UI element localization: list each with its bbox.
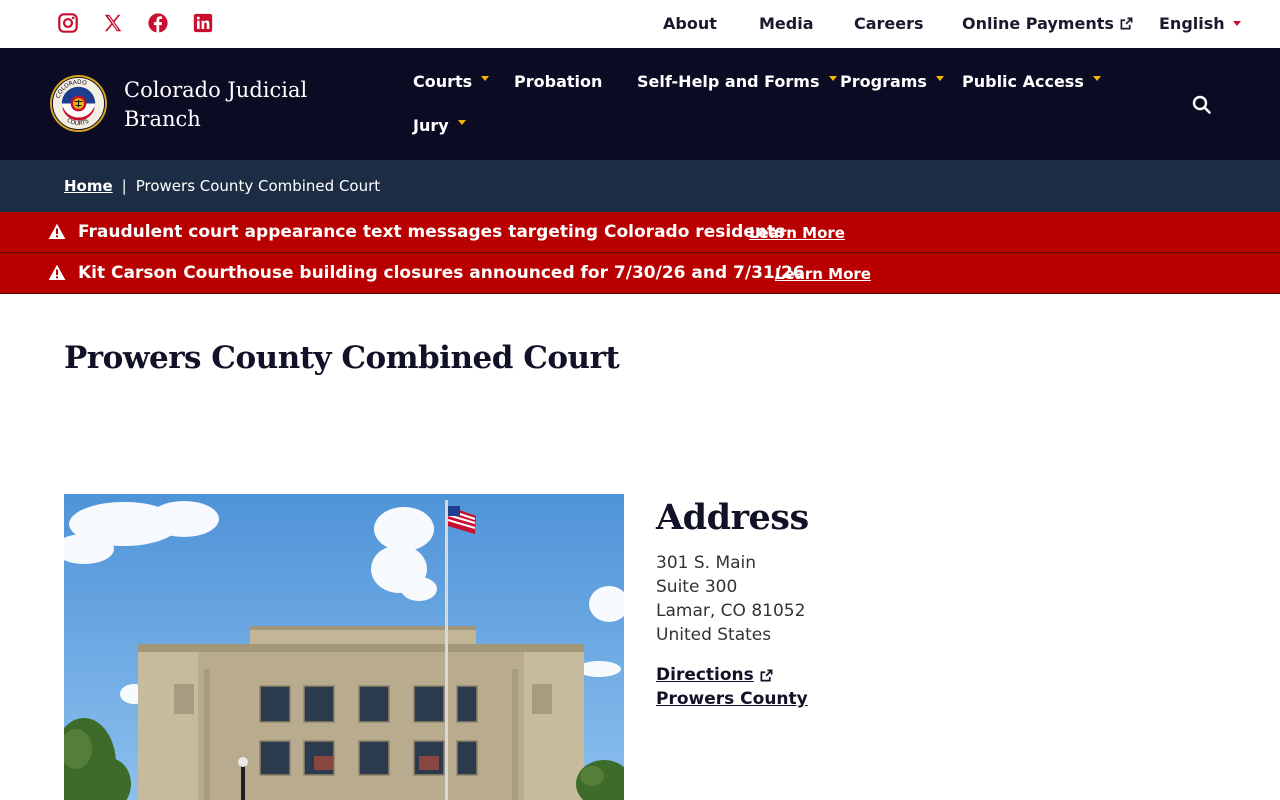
nav-public-access[interactable]: Public Access <box>962 72 1101 91</box>
chevron-down-icon <box>1092 76 1101 81</box>
chevron-down-icon <box>457 120 466 125</box>
nav-programs[interactable]: Programs <box>840 72 944 91</box>
address-line: Suite 300 <box>656 577 738 597</box>
main-header: COLORADO COURTS Colorado Judicial Branch… <box>0 48 1280 160</box>
nav-jury-label: Jury <box>413 116 449 135</box>
alert-banner: Kit Carson Courthouse building closures … <box>0 253 1280 294</box>
language-label: English <box>1159 14 1225 33</box>
alert-learn-more-link[interactable]: Learn More <box>749 224 845 242</box>
nav-self-help-label: Self-Help and Forms <box>637 72 820 91</box>
courthouse-photo <box>64 494 624 800</box>
nav-public-access-label: Public Access <box>962 72 1084 91</box>
language-selector[interactable]: English <box>1159 14 1241 33</box>
x-twitter-icon[interactable] <box>102 12 124 34</box>
breadcrumb-home-link[interactable]: Home <box>64 177 113 195</box>
careers-link[interactable]: Careers <box>854 14 924 33</box>
utility-bar: About Media Careers Online Payments Engl… <box>0 0 1280 48</box>
careers-label: Careers <box>854 14 924 33</box>
breadcrumb-current: Prowers County Combined Court <box>135 177 381 195</box>
breadcrumb-separator: | <box>121 177 127 195</box>
address-line: Lamar, CO 81052 <box>656 601 806 621</box>
external-link-icon <box>760 669 773 681</box>
alert-message: Kit Carson Courthouse building closures … <box>78 263 805 283</box>
about-link[interactable]: About <box>663 14 717 33</box>
nav-self-help-and-forms[interactable]: Self-Help and Forms <box>637 72 837 91</box>
alert-banner: Fraudulent court appearance text message… <box>0 212 1280 253</box>
alert-message: Fraudulent court appearance text message… <box>78 222 786 242</box>
address-line: 301 S. Main <box>656 553 757 573</box>
online-payments-label: Online Payments <box>962 14 1114 33</box>
address-line: United States <box>656 625 772 645</box>
media-link[interactable]: Media <box>759 14 814 33</box>
address-block: 301 S. Main Suite 300 Lamar, CO 81052 Un… <box>656 551 805 647</box>
warning-icon <box>48 223 66 239</box>
page-title: Prowers County Combined Court <box>64 340 620 376</box>
alert-learn-more-link[interactable]: Learn More <box>775 265 871 283</box>
directions-label: Directions <box>656 665 754 685</box>
chevron-down-icon <box>1232 21 1241 26</box>
chevron-down-icon <box>481 76 490 81</box>
nav-programs-label: Programs <box>840 72 927 91</box>
chevron-down-icon <box>935 76 944 81</box>
chevron-down-icon <box>828 76 837 81</box>
breadcrumb-bar: Home | Prowers County Combined Court <box>0 160 1280 212</box>
nav-probation[interactable]: Probation <box>514 72 602 91</box>
colorado-courts-seal-logo[interactable]: COLORADO COURTS <box>49 74 108 133</box>
media-label: Media <box>759 14 814 33</box>
instagram-icon[interactable] <box>57 12 79 34</box>
nav-courts[interactable]: Courts <box>413 72 490 91</box>
address-heading: Address <box>656 497 809 538</box>
about-label: About <box>663 14 717 33</box>
nav-jury[interactable]: Jury <box>413 116 466 135</box>
external-link-icon <box>1120 17 1133 30</box>
brand-name[interactable]: Colorado Judicial Branch <box>124 76 354 134</box>
social-links <box>57 12 237 34</box>
county-link[interactable]: Prowers County <box>656 687 808 711</box>
nav-courts-label: Courts <box>413 72 473 91</box>
linkedin-icon[interactable] <box>192 12 214 34</box>
online-payments-link[interactable]: Online Payments <box>962 14 1133 33</box>
address-links: Directions Prowers County <box>656 663 808 711</box>
nav-probation-label: Probation <box>514 72 603 91</box>
facebook-icon[interactable] <box>147 12 169 34</box>
search-icon[interactable] <box>1191 94 1213 116</box>
warning-icon <box>48 264 66 280</box>
breadcrumb: Home | Prowers County Combined Court <box>64 177 380 195</box>
directions-link[interactable]: Directions <box>656 663 808 687</box>
